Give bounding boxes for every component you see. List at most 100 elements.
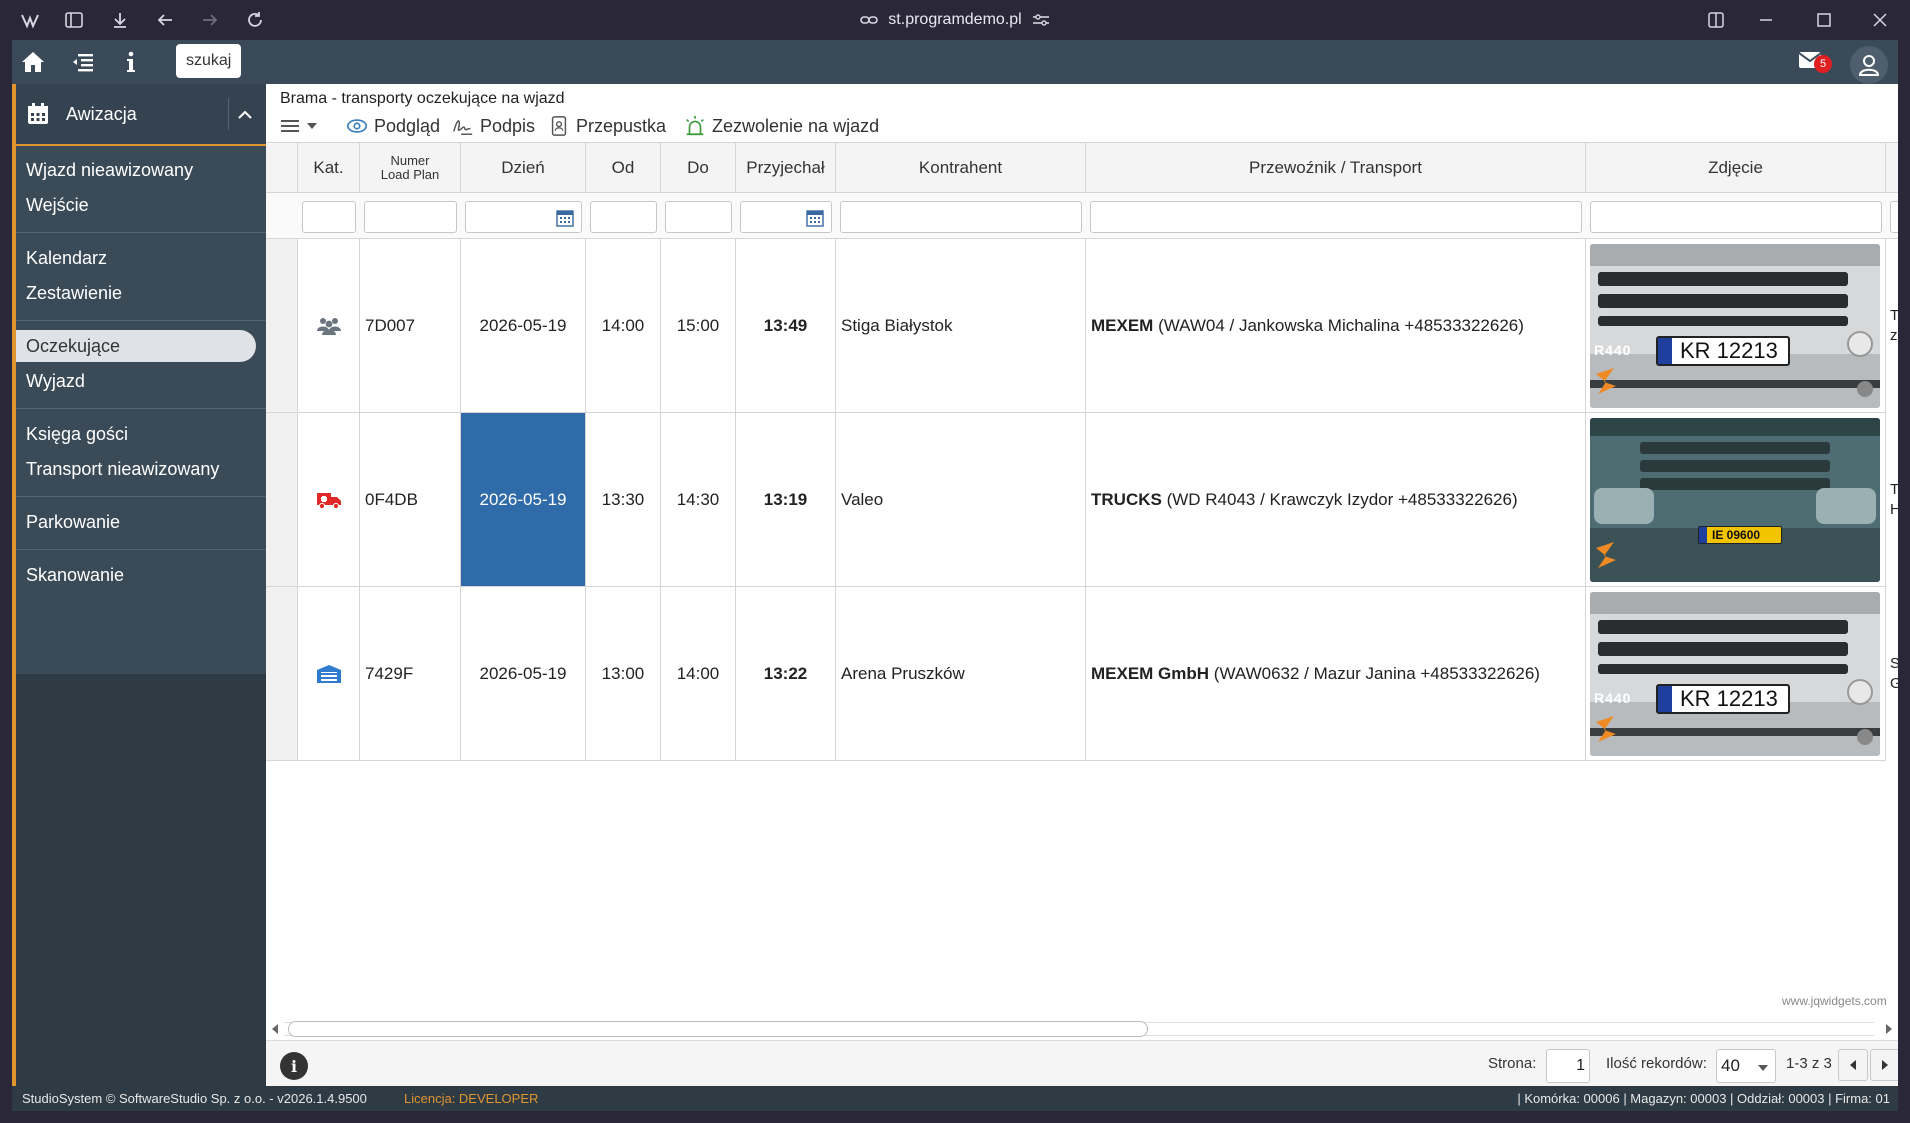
carrier-cell: MEXEM GmbH (WAW0632 / Mazur Janina +4853… [1086,587,1586,761]
pass-button[interactable]: Przepustka [548,112,666,140]
calendar-icon[interactable] [806,209,824,227]
license-plate-text: IE 09600 [1712,528,1761,542]
column-header-arrived[interactable]: Przyjechał [736,143,836,193]
row-selector[interactable] [266,587,298,761]
model-label: R440 [1594,690,1632,706]
download-icon[interactable] [108,8,132,32]
column-header-carrier[interactable]: Przewoźnik / Transport [1086,143,1586,193]
toolbar-menu-button[interactable] [280,112,318,140]
info-button[interactable]: i [280,1052,308,1080]
url-text: st.programdemo.pl [888,11,1022,28]
sidebar-toggle-icon[interactable] [62,8,86,32]
filter-category-input[interactable] [302,201,356,233]
browser-logo-icon[interactable] [18,8,42,32]
sidebar-item-skanowanie[interactable]: Skanowanie [26,559,124,591]
sidebar-item-wejscie[interactable]: Wejście [26,189,89,221]
sidebar-item-ksiega-gosci[interactable]: Księga gości [26,418,128,450]
overflow-text: H [1890,501,1898,518]
filter-carrier-input[interactable] [1090,201,1582,233]
next-page-button[interactable] [1870,1049,1898,1081]
site-settings-icon[interactable] [1032,13,1050,27]
search-button[interactable]: szukaj [176,44,242,78]
sidebar-item-parkowanie[interactable]: Parkowanie [26,506,120,538]
sidebar-item-wjazd-nieawizowany[interactable]: Wjazd nieawizowany [26,154,193,186]
prev-page-button[interactable] [1838,1049,1868,1081]
row-selector[interactable] [266,239,298,413]
eu-flag-icon [1658,338,1672,364]
sign-button[interactable]: Podpis [452,112,535,140]
filter-loadplan-input[interactable] [364,201,457,233]
day-cell[interactable]: 2026-05-19 [461,413,586,587]
license-text: Licencja: DEVELOPER [404,1091,538,1106]
sidebar-item-oczekujace[interactable]: Oczekujące [16,330,256,362]
column-header-day[interactable]: Dzień [461,143,586,193]
minimize-icon[interactable] [1754,8,1778,32]
filter-contractor-input[interactable] [840,201,1082,233]
pager-bar: i Strona: 1 Ilość rekordów: 40 1-3 z 3 [266,1040,1898,1086]
sidebar-item-zestawienie[interactable]: Zestawienie [26,277,122,309]
column-header-contractor[interactable]: Kontrahent [836,143,1086,193]
overflow-text: G [1890,675,1898,692]
maximize-icon[interactable] [1812,8,1836,32]
split-view-icon[interactable] [1704,8,1728,32]
preview-button[interactable]: Podgląd [346,112,440,140]
arrived-cell: 13:19 [736,413,836,587]
info-icon[interactable] [116,48,146,76]
menu-collapse-icon[interactable] [68,48,98,76]
address-bar[interactable]: st.programdemo.pl [820,0,1090,40]
sidebar-item-kalendarz[interactable]: Kalendarz [26,242,107,274]
app-topbar: szukaj 5 [12,40,1898,84]
sidebar-empty-area [16,674,266,1111]
horizontal-scrollbar[interactable] [266,1018,1898,1038]
scroll-left-icon[interactable] [270,1023,280,1035]
filter-row [266,193,1898,239]
user-avatar[interactable] [1850,46,1888,84]
column-header-photo[interactable]: Zdjęcie [1586,143,1886,193]
overflow-text: z [1890,327,1898,344]
entry-permit-button[interactable]: Zezwolenie na wjazd [684,112,879,140]
page-input[interactable]: 1 [1546,1049,1590,1083]
carrier-details: (WD R4043 / Krawczyk Izydor +48533322626… [1161,489,1518,509]
arrived-cell: 13:49 [736,239,836,413]
column-header-to[interactable]: Do [661,143,736,193]
row-selector[interactable] [266,413,298,587]
filter-photo-input[interactable] [1590,201,1882,233]
sidebar-item-wyjazd[interactable]: Wyjazd [26,365,85,397]
caret-right-icon [1882,1060,1888,1070]
scrollbar-thumb[interactable] [288,1021,1148,1037]
close-window-icon[interactable] [1868,8,1892,32]
photo-cell: IE 09600 [1586,413,1886,587]
license-label: Licencja: [404,1091,459,1106]
forward-icon[interactable] [198,8,222,32]
home-icon[interactable] [18,48,48,76]
caret-down-icon [307,123,317,129]
filter-from-input[interactable] [590,201,657,233]
filter-overflow-input[interactable] [1890,201,1898,233]
records-per-page-value: 40 [1721,1056,1740,1075]
from-cell: 13:30 [586,413,661,587]
to-cell: 14:00 [661,587,736,761]
filter-to-input[interactable] [665,201,732,233]
sidebar: Awizacja Wjazd nieawizowany Wejście Kale… [12,84,266,1111]
license-plate: KR 12213 [1656,684,1790,714]
overflow-text: T [1890,481,1898,498]
beacon-icon [686,115,704,136]
loadplan-cell: 0F4DB [360,413,461,587]
sidebar-item-transport-nieawizowany[interactable]: Transport nieawizowany [26,453,219,485]
arrived-cell: 13:22 [736,587,836,761]
reload-icon[interactable] [243,8,267,32]
column-header-loadplan[interactable]: Numer Load Plan [360,143,461,193]
column-header-category[interactable]: Kat. [298,143,360,193]
records-per-page-select[interactable]: 40 [1716,1049,1776,1083]
scroll-right-icon[interactable] [1884,1023,1894,1035]
back-icon[interactable] [153,8,177,32]
truck-photo[interactable]: IE 09600 [1590,418,1880,582]
truck-photo[interactable]: R440 KR 12213 [1590,592,1880,756]
column-header-from[interactable]: Od [586,143,661,193]
calendar-icon[interactable] [556,209,574,227]
truck-photo[interactable]: R440 KR 12213 [1590,244,1880,408]
sidebar-header-divider [228,98,229,130]
sidebar-header[interactable]: Awizacja [16,84,266,146]
copyright-text: StudioSystem © SoftwareStudio Sp. z o.o.… [22,1091,367,1106]
chevron-up-icon[interactable] [234,104,256,126]
